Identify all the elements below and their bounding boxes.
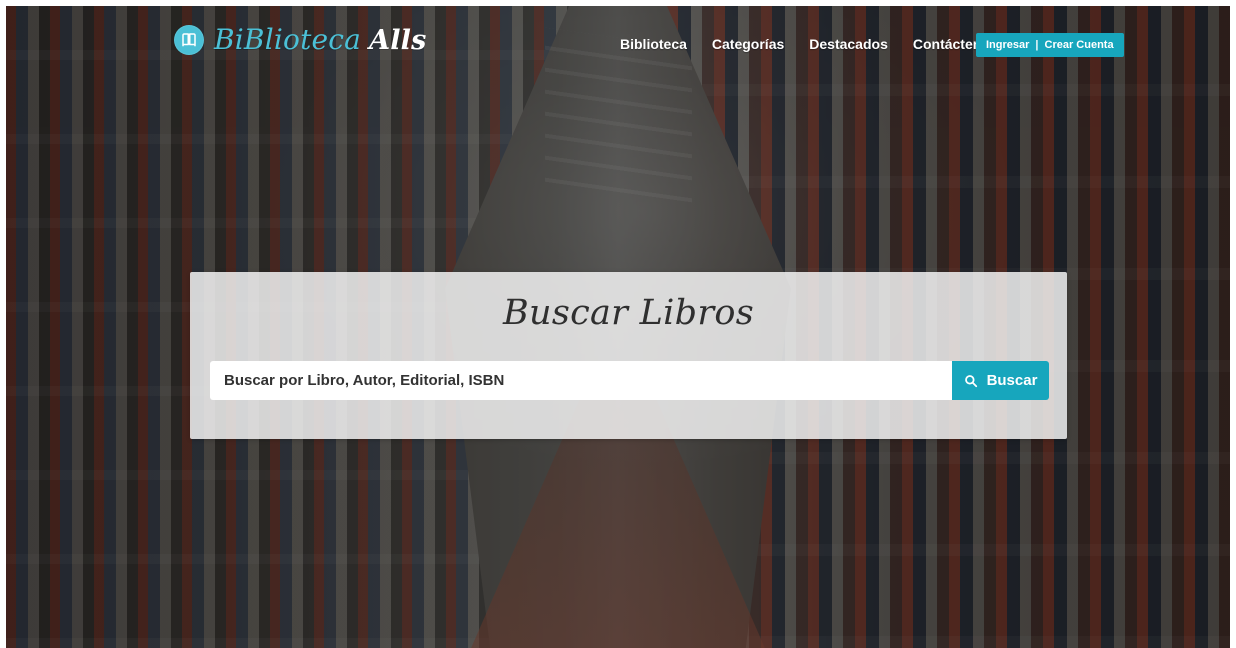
search-button-label: Buscar xyxy=(986,372,1038,389)
page: BiBlioteca Alls Biblioteca Categorías De… xyxy=(6,6,1230,648)
register-link[interactable]: Crear Cuenta xyxy=(1045,39,1114,51)
site-logo-name: BiBlioteca xyxy=(214,23,362,56)
nav-categorias[interactable]: Categorías xyxy=(712,37,784,51)
auth-separator: | xyxy=(1035,39,1039,51)
search-panel: Buscar Libros Buscar xyxy=(190,272,1067,439)
search-button[interactable]: Buscar xyxy=(952,361,1049,400)
site-logo-suffix: Alls xyxy=(369,25,427,56)
site-header: BiBlioteca Alls Biblioteca Categorías De… xyxy=(6,6,1230,82)
search-icon xyxy=(964,374,978,388)
site-logo[interactable]: BiBlioteca Alls xyxy=(174,25,427,55)
login-link[interactable]: Ingresar xyxy=(986,39,1029,51)
site-logo-text: BiBlioteca Alls xyxy=(214,23,427,56)
auth-button-group[interactable]: Ingresar | Crear Cuenta xyxy=(976,33,1124,57)
search-input[interactable] xyxy=(210,361,952,400)
nav-biblioteca[interactable]: Biblioteca xyxy=(620,37,687,51)
search-bar: Buscar xyxy=(210,361,1049,400)
search-title: Buscar Libros xyxy=(502,293,755,333)
book-icon xyxy=(174,25,204,55)
main-navigation: Biblioteca Categorías Destacados Contáct… xyxy=(620,37,998,51)
nav-destacados[interactable]: Destacados xyxy=(809,37,888,51)
